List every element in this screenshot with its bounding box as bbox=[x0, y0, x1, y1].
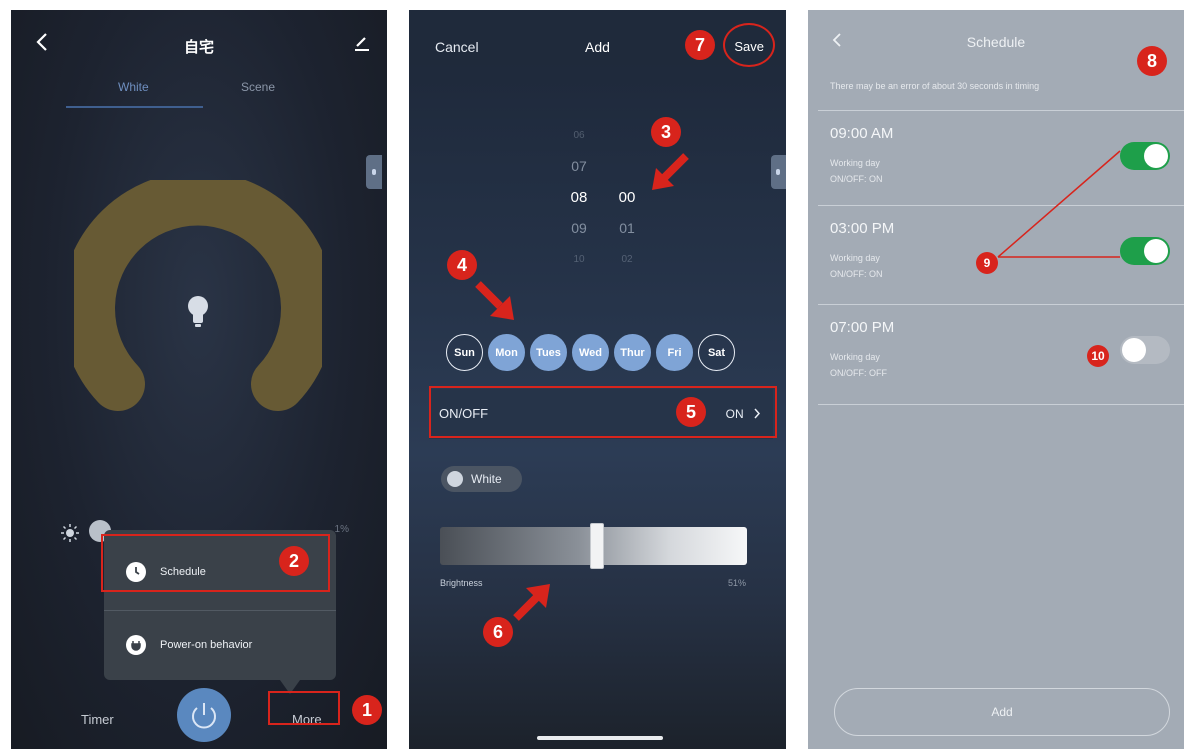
repeat-days: Sun Mon Tues Wed Thur Fri Sat bbox=[446, 334, 735, 371]
schedule-action: ON/OFF: ON bbox=[830, 174, 883, 184]
more-button[interactable]: More bbox=[292, 712, 322, 727]
plug-icon bbox=[126, 635, 146, 655]
page-title: Add bbox=[585, 39, 610, 55]
schedule-item[interactable]: 07:00 PM Working day ON/OFF: OFF bbox=[808, 305, 1184, 403]
hour-wheel[interactable]: 06 07 08 09 10 bbox=[559, 120, 599, 275]
brightness-value: 51% bbox=[727, 578, 746, 588]
schedule-list-screen: Schedule There may be an error of about … bbox=[808, 10, 1184, 749]
menu-item-schedule[interactable]: Schedule bbox=[104, 542, 336, 602]
day-tues[interactable]: Tues bbox=[530, 334, 567, 371]
schedule-toggle[interactable] bbox=[1120, 237, 1170, 265]
schedule-repeat: Working day bbox=[830, 253, 880, 263]
schedule-action: ON/OFF: OFF bbox=[830, 368, 887, 378]
bulb-icon bbox=[188, 296, 208, 327]
hour-option: 06 bbox=[573, 130, 585, 141]
more-menu: Schedule Power-on behavior bbox=[104, 530, 336, 694]
schedule-time: 07:00 PM bbox=[830, 319, 895, 336]
save-button[interactable]: Save bbox=[734, 39, 764, 54]
schedule-time: 09:00 AM bbox=[830, 125, 894, 142]
day-fri[interactable]: Fri bbox=[656, 334, 693, 371]
chip-label: White bbox=[471, 472, 502, 486]
schedule-action: ON/OFF: ON bbox=[830, 269, 883, 279]
day-sat[interactable]: Sat bbox=[698, 334, 735, 371]
tab-scene[interactable]: Scene bbox=[241, 80, 275, 94]
header: Cancel Add Save bbox=[409, 10, 786, 65]
toggle-knob bbox=[1144, 144, 1168, 168]
light-control-screen: 自宅 White Scene 1% Schedule Power-on beha… bbox=[11, 10, 387, 749]
menu-item-label: Schedule bbox=[160, 566, 206, 578]
brightness-label: Brightness bbox=[440, 578, 483, 588]
page-title: Schedule bbox=[966, 34, 1026, 50]
minute-option: 02 bbox=[621, 254, 633, 265]
power-button[interactable] bbox=[177, 688, 231, 742]
add-schedule-screen: Cancel Add Save 06 07 08 09 10 00 01 02 … bbox=[409, 10, 786, 749]
schedule-repeat: Working day bbox=[830, 352, 880, 362]
minute-wheel[interactable]: 00 01 02 bbox=[607, 120, 647, 275]
side-panel-handle[interactable] bbox=[771, 155, 786, 189]
pencil-icon bbox=[355, 37, 369, 51]
header: 自宅 bbox=[11, 10, 387, 78]
tab-white[interactable]: White bbox=[118, 80, 149, 94]
schedule-item[interactable]: 03:00 PM Working day ON/OFF: ON bbox=[808, 206, 1184, 304]
divider bbox=[818, 404, 1184, 405]
onoff-row[interactable]: ON/OFF ON bbox=[429, 389, 773, 439]
menu-item-power-on-behavior[interactable]: Power-on behavior bbox=[104, 615, 336, 675]
menu-item-label: Power-on behavior bbox=[160, 639, 253, 651]
active-tab-indicator bbox=[66, 106, 203, 108]
schedule-item[interactable]: 09:00 AM Working day ON/OFF: ON bbox=[808, 111, 1184, 209]
schedule-toggle[interactable] bbox=[1120, 336, 1170, 364]
clock-icon bbox=[126, 562, 146, 582]
minute-option: 01 bbox=[619, 220, 635, 236]
minute-option-selected: 00 bbox=[618, 189, 636, 206]
page-title: 自宅 bbox=[183, 39, 214, 56]
day-mon[interactable]: Mon bbox=[488, 334, 525, 371]
timer-button[interactable]: Timer bbox=[81, 712, 114, 727]
onoff-label: ON/OFF bbox=[439, 406, 489, 421]
minute-option bbox=[607, 151, 647, 182]
hour-option: 07 bbox=[571, 158, 587, 174]
onoff-value-text: ON bbox=[725, 407, 744, 421]
white-mode-chip[interactable]: White bbox=[441, 466, 522, 492]
sun-icon bbox=[61, 524, 79, 542]
edit-button[interactable] bbox=[353, 34, 371, 57]
day-thur[interactable]: Thur bbox=[614, 334, 651, 371]
time-picker[interactable]: 06 07 08 09 10 00 01 02 bbox=[549, 120, 649, 270]
day-wed[interactable]: Wed bbox=[572, 334, 609, 371]
add-schedule-button[interactable]: Add bbox=[834, 688, 1170, 736]
onoff-value: ON bbox=[726, 407, 761, 421]
header: Schedule There may be an error of about … bbox=[808, 10, 1184, 110]
menu-divider bbox=[104, 610, 336, 611]
timing-note: There may be an error of about 30 second… bbox=[830, 81, 1040, 91]
toggle-knob bbox=[1144, 239, 1168, 263]
brightness-slider[interactable] bbox=[440, 523, 747, 569]
chevron-right-icon bbox=[754, 408, 761, 419]
home-indicator bbox=[537, 736, 663, 740]
brightness-slider-thumb[interactable] bbox=[589, 523, 604, 569]
power-icon bbox=[192, 703, 216, 729]
schedule-time: 03:00 PM bbox=[830, 220, 895, 237]
schedule-repeat: Working day bbox=[830, 158, 880, 168]
brightness-value: 1% bbox=[334, 524, 349, 535]
hour-option: 10 bbox=[573, 254, 585, 265]
minute-option bbox=[607, 120, 647, 151]
toggle-knob bbox=[1122, 338, 1146, 362]
hour-option-selected: 08 bbox=[570, 189, 588, 206]
day-sun[interactable]: Sun bbox=[446, 334, 483, 371]
chip-dot bbox=[447, 471, 463, 487]
schedule-toggle[interactable] bbox=[1120, 142, 1170, 170]
hour-option: 09 bbox=[571, 220, 587, 236]
side-panel-handle[interactable] bbox=[366, 155, 382, 189]
